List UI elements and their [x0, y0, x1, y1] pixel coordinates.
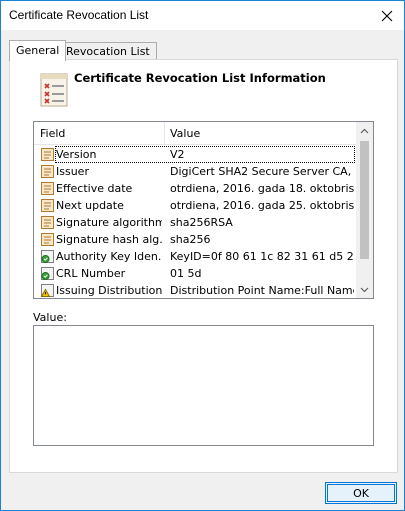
field-value: sha256RSA	[170, 216, 233, 229]
field-value: Distribution Point Name:Full Name:...	[170, 284, 354, 297]
extension-icon	[41, 250, 54, 263]
field-value: 01 5d	[170, 267, 202, 280]
chevron-down-icon	[360, 287, 369, 292]
value-label: Value:	[33, 311, 67, 324]
document-icon	[41, 165, 54, 178]
field-value: sha256	[170, 233, 211, 246]
list-header: Field Value	[34, 122, 356, 145]
list-row-crl-number[interactable]: CRL Number 01 5d	[34, 265, 356, 282]
field-name: CRL Number	[56, 267, 126, 280]
field-value: otrdiena, 2016. gada 25. oktobris ...	[170, 199, 354, 212]
field-name: Issuing Distribution ...	[56, 284, 162, 297]
general-tab-panel: Certificate Revocation List Information …	[9, 59, 398, 473]
field-name: Signature hash alg...	[56, 233, 162, 246]
field-value: KeyID=0f 80 61 1c 82 31 61 d5 2f...	[170, 250, 354, 263]
list-row-authority-key-identifier[interactable]: Authority Key Iden... KeyID=0f 80 61 1c …	[34, 248, 356, 265]
scroll-up-button[interactable]	[356, 122, 373, 139]
field-name: Issuer	[56, 165, 89, 178]
extension-icon	[41, 267, 54, 280]
info-heading: Certificate Revocation List Information	[74, 71, 326, 85]
document-icon	[41, 148, 54, 161]
certificate-revocation-list-window: Certificate Revocation List General Revo…	[0, 0, 405, 511]
warning-extension-icon	[40, 284, 54, 297]
ok-button[interactable]: OK	[325, 482, 397, 504]
tab-general[interactable]: General	[9, 40, 67, 61]
scroll-thumb[interactable]	[360, 141, 369, 259]
field-name: Effective date	[56, 182, 133, 195]
close-icon	[381, 10, 393, 21]
column-header-field[interactable]: Field	[40, 127, 65, 140]
tab-revocation-list[interactable]: Revocation List	[59, 42, 157, 60]
field-name: Signature algorithm	[56, 216, 162, 229]
document-icon	[41, 199, 54, 212]
document-icon	[41, 182, 54, 195]
document-icon	[41, 216, 54, 229]
scroll-down-button[interactable]	[356, 281, 373, 298]
list-row-effective-date[interactable]: Effective date otrdiena, 2016. gada 18. …	[34, 180, 356, 197]
vertical-scrollbar[interactable]	[356, 122, 373, 298]
field-value: DigiCert SHA2 Secure Server CA, ...	[170, 165, 354, 178]
list-row-issuer[interactable]: Issuer DigiCert SHA2 Secure Server CA, .…	[34, 163, 356, 180]
window-title: Certificate Revocation List	[9, 8, 149, 22]
title-bar: Certificate Revocation List	[1, 1, 404, 30]
document-icon	[41, 233, 54, 246]
chevron-up-icon	[360, 128, 369, 133]
list-row-issuing-distribution-point[interactable]: Issuing Distribution ... Distribution Po…	[34, 282, 356, 298]
field-name: Authority Key Iden...	[56, 250, 162, 263]
list-row-signature-hash-algorithm[interactable]: Signature hash alg... sha256	[34, 231, 356, 248]
list-rows: Version V2 Issuer DigiCert SHA2 Secure S…	[34, 146, 356, 298]
list-row-next-update[interactable]: Next update otrdiena, 2016. gada 25. okt…	[34, 197, 356, 214]
field-value: V2	[170, 148, 185, 161]
list-row-signature-algorithm[interactable]: Signature algorithm sha256RSA	[34, 214, 356, 231]
certificate-list-icon	[40, 73, 68, 107]
field-value: otrdiena, 2016. gada 18. oktobris ...	[170, 182, 354, 195]
field-value-list[interactable]: Field Value Version V2 Issuer DigiCert S…	[33, 121, 374, 299]
field-name: Next update	[56, 199, 124, 212]
column-separator[interactable]	[164, 122, 165, 145]
column-header-value[interactable]: Value	[170, 127, 200, 140]
value-text-area[interactable]	[33, 325, 374, 446]
list-row-version[interactable]: Version V2	[34, 146, 356, 163]
close-button[interactable]	[370, 1, 404, 30]
